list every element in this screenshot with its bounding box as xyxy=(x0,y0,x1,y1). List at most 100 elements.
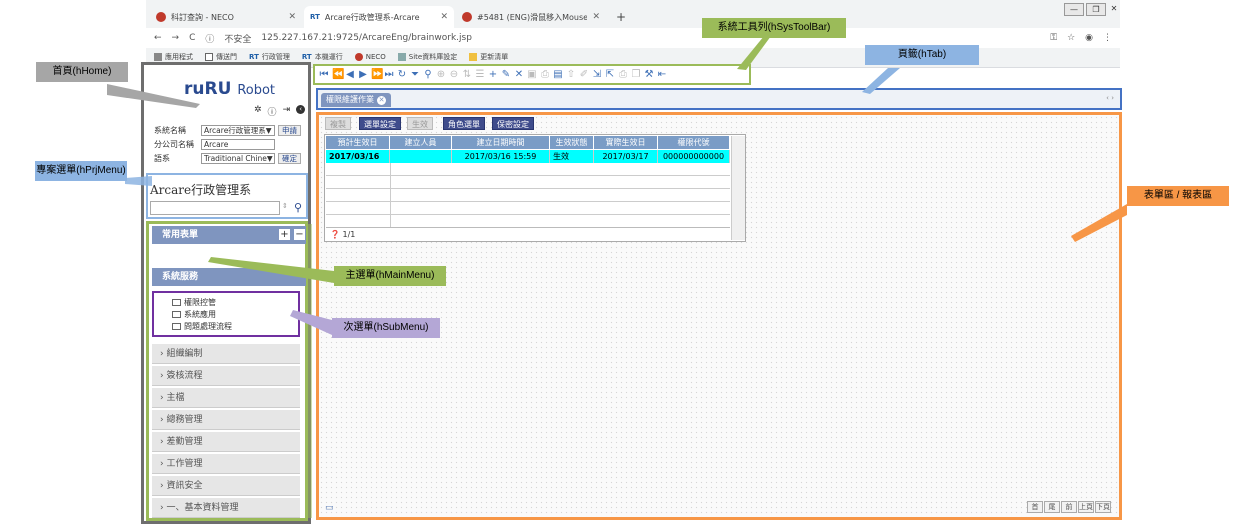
collapse-icon[interactable]: ‹ xyxy=(296,105,306,114)
restore-icon[interactable]: ❐ xyxy=(1086,3,1106,16)
logout-icon[interactable]: ⇥ xyxy=(283,105,291,118)
tab-scroll-icon[interactable]: ‹ › xyxy=(1106,94,1114,102)
menu-item[interactable]: › 總務管理 xyxy=(152,410,300,430)
print-icon[interactable]: ⎙ xyxy=(540,69,550,80)
column-header[interactable]: 生效狀態 xyxy=(550,136,594,149)
edit-icon[interactable]: ✎ xyxy=(501,69,511,80)
table-row[interactable] xyxy=(326,189,730,202)
pager-first[interactable]: 首 xyxy=(1027,501,1043,513)
next-record-icon[interactable]: ▶ xyxy=(358,69,368,80)
pager-page-up[interactable]: 上頁 xyxy=(1078,501,1094,513)
wrench-icon[interactable]: ⚒ xyxy=(644,69,654,80)
menu-item[interactable]: › 資訊安全 xyxy=(152,476,300,496)
grid-cell[interactable]: 2017/03/17 xyxy=(594,150,658,163)
system-select[interactable]: Arcare行政管理系▼ xyxy=(201,125,275,136)
pencil-icon[interactable]: ✐ xyxy=(579,69,589,80)
sub-item-system-app[interactable]: 系統應用 xyxy=(172,309,216,320)
help-icon[interactable]: ❓ xyxy=(330,230,340,239)
pager-page-down[interactable]: 下頁 xyxy=(1095,501,1111,513)
menu-system-service[interactable]: 系統服務 xyxy=(152,268,306,286)
menu-scrollbar[interactable] xyxy=(307,224,312,518)
menu-item[interactable]: › 差勤管理 xyxy=(152,432,300,452)
menu-setting-button[interactable]: 選單設定 xyxy=(359,117,401,130)
apply-button[interactable]: 申請 xyxy=(278,125,301,136)
grid-scrollbar[interactable] xyxy=(731,136,745,240)
confirm-button[interactable]: 確定 xyxy=(278,153,301,164)
info-icon[interactable]: ⓘ xyxy=(268,105,277,118)
more-icon[interactable]: ⋮ xyxy=(1103,33,1112,43)
zoom-out-icon[interactable]: ⊖ xyxy=(449,69,459,80)
column-header[interactable]: 建立日期時間 xyxy=(452,136,550,149)
bookmark-update[interactable]: 更新清單 xyxy=(469,52,508,62)
prev-page-icon[interactable]: ⏪ xyxy=(332,69,344,80)
table-row[interactable] xyxy=(326,163,730,176)
new-tab-button[interactable]: + xyxy=(610,6,630,28)
bookmark-apps[interactable]: 應用程式 xyxy=(154,52,193,62)
pager-last[interactable]: 尾 xyxy=(1044,501,1060,513)
settings-icon[interactable]: ✲ xyxy=(254,105,262,118)
branch-select[interactable]: Arcare xyxy=(201,139,275,150)
copy-button[interactable]: 複製 xyxy=(325,117,351,130)
tab-permission-maintenance[interactable]: 權限維護作業 ✕ xyxy=(321,93,391,107)
grid-cell[interactable]: 生效 xyxy=(550,150,594,163)
grid-cell[interactable] xyxy=(390,150,452,163)
import-icon[interactable]: ⇲ xyxy=(592,69,602,80)
browser-tab-2[interactable]: RT Arcare行政管理系-Arcare ✕ xyxy=(304,6,454,28)
lang-select[interactable]: Traditional Chine▼ xyxy=(201,153,275,164)
role-menu-button[interactable]: 角色選單 xyxy=(443,117,485,130)
report-icon[interactable]: ▤ xyxy=(553,69,563,80)
chat-icon[interactable]: ▭ xyxy=(325,503,334,513)
first-record-icon[interactable]: ⏮ xyxy=(319,69,329,80)
effect-button[interactable]: 生效 xyxy=(407,117,433,130)
bookmark-portal[interactable]: 傳送門 xyxy=(205,52,237,62)
upload-icon[interactable]: ⇧ xyxy=(566,69,576,80)
secret-setting-button[interactable]: 保密設定 xyxy=(492,117,534,130)
column-header[interactable]: 預計生效日 xyxy=(326,136,390,149)
star-icon[interactable]: ☆ xyxy=(1067,33,1075,43)
column-header[interactable]: 建立人員 xyxy=(390,136,452,149)
sub-item-permission[interactable]: 權限控管 xyxy=(172,297,216,308)
sub-item-issue-flow[interactable]: 問題處理流程 xyxy=(172,321,232,332)
grid-cell[interactable]: 2017/03/16 xyxy=(326,150,390,163)
grid-cell[interactable]: 000000000000 xyxy=(658,150,730,163)
search-icon[interactable]: ⚲ xyxy=(423,69,433,80)
bookmark-neco[interactable]: NECO xyxy=(354,53,386,61)
save-icon[interactable]: ▣ xyxy=(527,69,537,80)
close-tab-icon[interactable]: ✕ xyxy=(288,12,296,22)
forward-icon[interactable]: → xyxy=(172,33,180,43)
account-icon[interactable]: ◉ xyxy=(1085,33,1093,43)
refresh-icon[interactable]: ↻ xyxy=(397,69,407,80)
copy-icon[interactable]: ❐ xyxy=(631,69,641,80)
exit-icon[interactable]: ⇤ xyxy=(657,69,667,80)
sort-icon[interactable]: ⇅ xyxy=(462,69,472,80)
menu-item[interactable]: › 工作管理 xyxy=(152,454,300,474)
delete-icon[interactable]: ✕ xyxy=(514,69,524,80)
close-tab-icon[interactable]: ✕ xyxy=(377,96,386,105)
column-header[interactable]: 權限代號 xyxy=(658,136,730,149)
back-icon[interactable]: ← xyxy=(154,33,162,43)
reload-icon[interactable]: C xyxy=(189,33,195,43)
close-tab-icon[interactable]: ✕ xyxy=(440,12,448,22)
table-row[interactable] xyxy=(326,176,730,189)
bookmark-site-db[interactable]: Site資料庫設定 xyxy=(397,52,457,62)
browser-tab-3[interactable]: #5481 (ENG)滑鼠移入Mouseln時 - ✕ xyxy=(456,6,606,28)
last-record-icon[interactable]: ⏭ xyxy=(384,69,394,80)
next-page-icon[interactable]: ⏩ xyxy=(371,69,383,80)
key-icon[interactable]: ⚿ xyxy=(1050,33,1057,43)
project-search-input[interactable] xyxy=(150,201,280,215)
export-icon[interactable]: ⇱ xyxy=(605,69,615,80)
printer-icon[interactable]: ⎙ xyxy=(618,69,628,80)
expand-button[interactable]: + xyxy=(278,228,291,241)
url-text[interactable]: 125.227.167.21:9725/ArcareEng/brainwork.… xyxy=(261,33,472,43)
menu-item[interactable]: › 組織編制 xyxy=(152,344,300,364)
zoom-in-icon[interactable]: ⊕ xyxy=(436,69,446,80)
pager-prev[interactable]: 前 xyxy=(1061,501,1077,513)
bookmark-local[interactable]: RT 本機運行 xyxy=(302,52,343,62)
column-header[interactable]: 實際生效日 xyxy=(594,136,658,149)
add-icon[interactable]: + xyxy=(488,69,498,80)
menu-item[interactable]: › 主檔 xyxy=(152,388,300,408)
menu-item[interactable]: › 簽核流程 xyxy=(152,366,300,386)
prev-record-icon[interactable]: ◀ xyxy=(345,69,355,80)
table-row[interactable] xyxy=(326,202,730,215)
minimize-icon[interactable]: — xyxy=(1064,3,1084,16)
